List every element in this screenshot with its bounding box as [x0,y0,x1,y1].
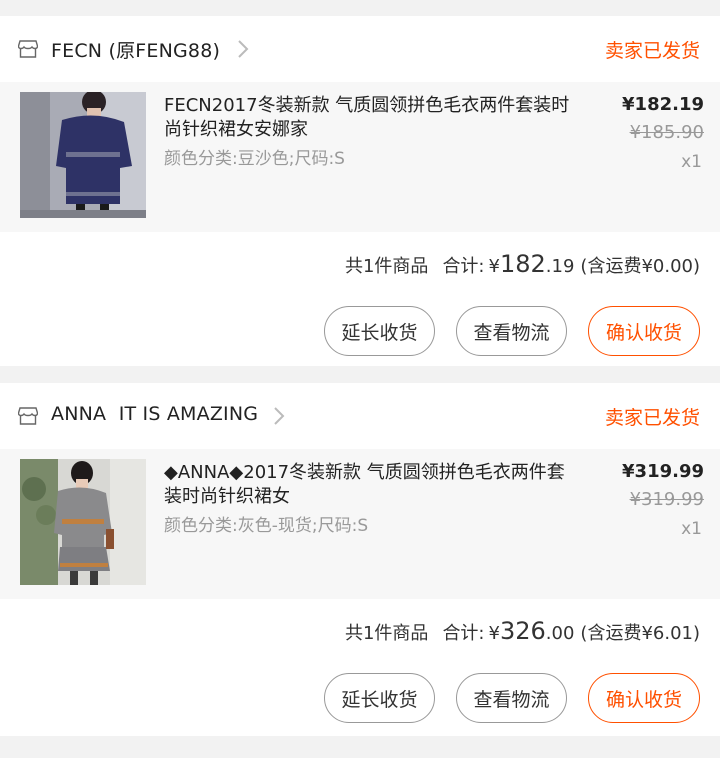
order-card: FECN (原FENG88) 卖家已发货 FECN2017冬装新款 气质圆领拼色… [0,16,720,366]
order-card: ANNA IT IS AMAZING 卖家已发货 ◆ANNA◆2017冬装新款 … [0,383,720,736]
order-summary: 共1件商品 合计: ¥ 326 .00 (含运费¥6.01) [345,617,700,645]
item-count: 共1件商品 [344,623,429,644]
currency-symbol: ¥ [488,256,500,277]
item-count: 共1件商品 [344,256,429,277]
chevron-right-icon [274,407,285,425]
currency-symbol: ¥ [488,623,500,644]
chevron-right-icon [238,40,249,58]
store-icon [18,407,38,425]
product-quantity: x1 [681,519,702,539]
total-amount-dec: .00 [545,623,575,644]
product-sku: 颜色分类:灰色-现货;尺码:S [164,516,369,536]
order-item[interactable]: ◆ANNA◆2017冬装新款 气质圆领拼色毛衣两件套装时尚针织裙女 颜色分类:灰… [0,449,720,599]
order-summary: 共1件商品 合计: ¥ 182 .19 (含运费¥0.00) [345,250,700,278]
order-status: 卖家已发货 [604,40,700,62]
extend-receipt-button[interactable]: 延长收货 [324,306,435,356]
total-amount-int: 326 [499,617,546,645]
product-sku: 颜色分类:豆沙色;尺码:S [164,149,345,169]
product-title[interactable]: FECN2017冬装新款 气质圆领拼色毛衣两件套装时尚针织裙女安娜家 [164,94,574,142]
store-icon [18,40,38,58]
total-amount-int: 182 [499,250,546,278]
order-item[interactable]: FECN2017冬装新款 气质圆领拼色毛衣两件套装时尚针织裙女安娜家 颜色分类:… [0,82,720,232]
product-quantity: x1 [681,152,702,172]
view-logistics-button[interactable]: 查看物流 [456,673,567,723]
order-status: 卖家已发货 [604,407,700,429]
shop-name[interactable]: ANNA IT IS AMAZING [51,403,258,425]
total-label: 合计: [442,623,485,644]
product-original-price: ¥185.90 [629,122,704,143]
shop-header[interactable]: ANNA IT IS AMAZING 卖家已发货 [0,383,720,449]
product-image[interactable] [20,92,146,218]
shipping-fee: (含运费¥0.00) [580,256,700,277]
product-price: ¥182.19 [622,94,704,115]
total-label: 合计: [442,256,485,277]
shipping-fee: (含运费¥6.01) [580,623,700,644]
product-price: ¥319.99 [622,461,704,482]
product-title[interactable]: ◆ANNA◆2017冬装新款 气质圆领拼色毛衣两件套装时尚针织裙女 [164,461,574,509]
shop-name[interactable]: FECN (原FENG88) [51,36,220,63]
shop-header[interactable]: FECN (原FENG88) 卖家已发货 [0,16,720,82]
total-amount-dec: .19 [545,256,575,277]
product-original-price: ¥319.99 [629,489,704,510]
confirm-receipt-button[interactable]: 确认收货 [588,306,700,356]
product-image[interactable] [20,459,146,585]
view-logistics-button[interactable]: 查看物流 [456,306,567,356]
extend-receipt-button[interactable]: 延长收货 [324,673,435,723]
confirm-receipt-button[interactable]: 确认收货 [588,673,700,723]
